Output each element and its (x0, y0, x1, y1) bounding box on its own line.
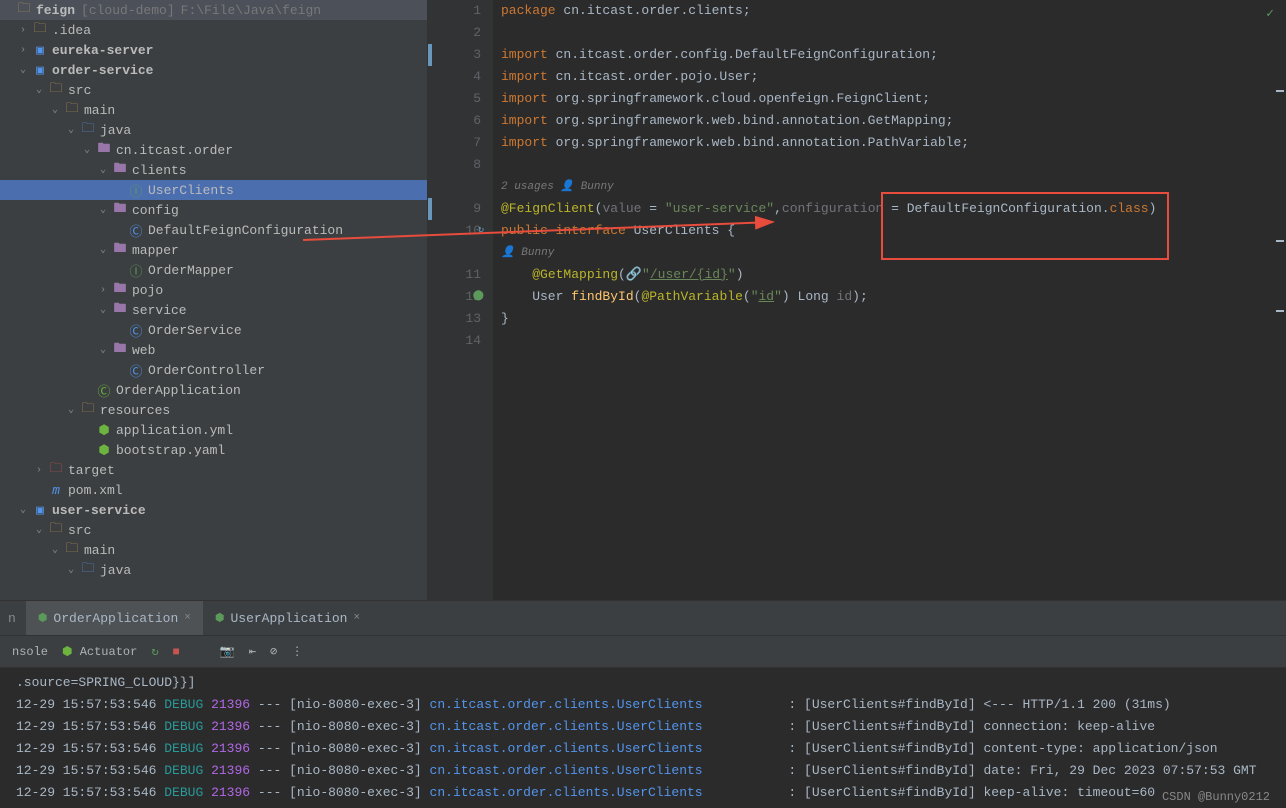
code-line[interactable]: import org.springframework.web.bind.anno… (501, 132, 1286, 154)
console-tab[interactable]: nsole (12, 645, 48, 659)
gutter: 12345678 910↻ 1112⬤1314 (428, 0, 493, 600)
gutter-line[interactable]: 1 (428, 0, 481, 22)
dashboard-icon[interactable]: ⊘ (270, 644, 277, 659)
tree-item-resources[interactable]: ⌄🗀resources (0, 400, 427, 420)
log-line: 12-29 15:57:53:546 DEBUG 21396 --- [nio-… (16, 782, 1270, 804)
log-line: 12-29 15:57:53:546 DEBUG 21396 --- [nio-… (16, 760, 1270, 782)
tree-item-java[interactable]: ⌄🗀java (0, 120, 427, 140)
gutter-line[interactable] (428, 176, 481, 198)
code-line[interactable]: package cn.itcast.order.clients; (501, 0, 1286, 22)
tree-item-clients[interactable]: ⌄🖿clients (0, 160, 427, 180)
spring-icon: ⬢ (62, 645, 72, 659)
run-tabs-bar: n ⬢OrderApplication×⬢UserApplication× (0, 600, 1286, 636)
console-output[interactable]: .source=SPRING_CLOUD}}]12-29 15:57:53:54… (0, 668, 1286, 808)
code-line[interactable]: } (501, 308, 1286, 330)
inspection-status-icon[interactable]: ✓ (1266, 6, 1274, 21)
code-hint: 2 usages 👤 Bunny (501, 176, 1286, 198)
console-toolbar: nsole ⬢ Actuator ↻ ■ 📷 ⇤ ⊘ ⋮ (0, 636, 1286, 668)
close-icon[interactable]: × (184, 612, 191, 624)
gutter-line[interactable]: 7 (428, 132, 481, 154)
gutter-line[interactable]: 11 (428, 264, 481, 286)
watermark: CSDN @Bunny0212 (1162, 790, 1270, 804)
project-tree[interactable]: 🗀feign [cloud-demo] F:\File\Java\feign›🗀… (0, 0, 428, 600)
code-line[interactable] (501, 22, 1286, 44)
run-tool-label: n (8, 611, 26, 626)
run-tab-UserApplication[interactable]: ⬢UserApplication× (203, 601, 372, 635)
code-line[interactable]: @GetMapping(🔗"/user/{id}") (501, 264, 1286, 286)
gutter-line[interactable]: 6 (428, 110, 481, 132)
gutter-line[interactable]: 14 (428, 330, 481, 352)
code-line[interactable]: @FeignClient(value = "user-service",conf… (501, 198, 1286, 220)
gutter-line[interactable]: 12⬤ (428, 286, 481, 308)
tree-item-eureka-server[interactable]: ›▣eureka-server (0, 40, 427, 60)
tree-item-src[interactable]: ⌄🗀src (0, 520, 427, 540)
gutter-line[interactable]: 2 (428, 22, 481, 44)
tree-item-config[interactable]: ⌄🖿config (0, 200, 427, 220)
gutter-line[interactable]: 9 (428, 198, 481, 220)
gutter-line[interactable]: 3 (428, 44, 481, 66)
tree-item-order-service[interactable]: ⌄▣order-service (0, 60, 427, 80)
code-line[interactable]: import org.springframework.cloud.openfei… (501, 88, 1286, 110)
camera-icon[interactable]: 📷 (220, 644, 235, 659)
tree-item-pom-xml[interactable]: mpom.xml (0, 480, 427, 500)
log-line: .source=SPRING_CLOUD}}] (16, 672, 1270, 694)
rerun-button[interactable]: ↻ (151, 644, 158, 659)
run-tab-OrderApplication[interactable]: ⬢OrderApplication× (26, 601, 203, 635)
gutter-line[interactable] (428, 242, 481, 264)
code-line[interactable]: User findById(@PathVariable("id") Long i… (501, 286, 1286, 308)
code-line[interactable]: import cn.itcast.order.pojo.User; (501, 66, 1286, 88)
run-status-icon: ⬢ (215, 611, 225, 625)
tree-item--idea[interactable]: ›🗀.idea (0, 20, 427, 40)
tree-item-OrderApplication[interactable]: ⒸOrderApplication (0, 380, 427, 400)
log-line: 12-29 15:57:53:546 DEBUG 21396 --- [nio-… (16, 738, 1270, 760)
tree-item-cn-itcast-order[interactable]: ⌄🖿cn.itcast.order (0, 140, 427, 160)
run-status-icon: ⬢ (38, 611, 48, 625)
tree-item-OrderMapper[interactable]: ⒾOrderMapper (0, 260, 427, 280)
tree-item-DefaultFeignConfiguration[interactable]: ⒸDefaultFeignConfiguration (0, 220, 427, 240)
tree-item-main[interactable]: ⌄🗀main (0, 540, 427, 560)
tree-item-application-yml[interactable]: ⬢application.yml (0, 420, 427, 440)
gutter-line[interactable]: 8 (428, 154, 481, 176)
tree-item-user-service[interactable]: ⌄▣user-service (0, 500, 427, 520)
code-line[interactable] (501, 330, 1286, 352)
tree-item-service[interactable]: ⌄🖿service (0, 300, 427, 320)
gutter-line[interactable]: 13 (428, 308, 481, 330)
tree-item-java[interactable]: ⌄🗀java (0, 560, 427, 580)
tree-item-src[interactable]: ⌄🗀src (0, 80, 427, 100)
close-icon[interactable]: × (354, 612, 361, 624)
tree-item-bootstrap-yaml[interactable]: ⬢bootstrap.yaml (0, 440, 427, 460)
tree-item-feign[interactable]: 🗀feign [cloud-demo] F:\File\Java\feign (0, 0, 427, 20)
tree-item-web[interactable]: ⌄🖿web (0, 340, 427, 360)
stop-button[interactable]: ■ (173, 645, 180, 659)
tree-item-mapper[interactable]: ⌄🖿mapper (0, 240, 427, 260)
editor-area: 12345678 910↻ 1112⬤1314 ✓ package cn.itcas… (428, 0, 1286, 600)
code-line[interactable]: import org.springframework.web.bind.anno… (501, 110, 1286, 132)
tree-item-OrderController[interactable]: ⒸOrderController (0, 360, 427, 380)
code-hint: 👤 Bunny (501, 242, 1286, 264)
tree-item-UserClients[interactable]: ⒾUserClients (0, 180, 427, 200)
code-line[interactable] (501, 154, 1286, 176)
error-stripe[interactable] (1274, 0, 1286, 600)
tree-item-main[interactable]: ⌄🗀main (0, 100, 427, 120)
tree-item-target[interactable]: ›🗀target (0, 460, 427, 480)
tree-item-pojo[interactable]: ›🖿pojo (0, 280, 427, 300)
gutter-line[interactable]: 5 (428, 88, 481, 110)
exit-icon[interactable]: ⇤ (249, 644, 256, 659)
code-line[interactable]: public interface UserClients { (501, 220, 1286, 242)
actuator-tab[interactable]: ⬢ Actuator (62, 644, 137, 659)
log-line: 12-29 15:57:53:546 DEBUG 21396 --- [nio-… (16, 694, 1270, 716)
more-icon[interactable]: ⋮ (291, 644, 303, 659)
gutter-line[interactable]: 10↻ (428, 220, 481, 242)
code-line[interactable]: import cn.itcast.order.config.DefaultFei… (501, 44, 1286, 66)
gutter-line[interactable]: 4 (428, 66, 481, 88)
tree-item-OrderService[interactable]: ⒸOrderService (0, 320, 427, 340)
code-editor[interactable]: ✓ package cn.itcast.order.clients; import… (493, 0, 1286, 600)
log-line: 12-29 15:57:53:546 DEBUG 21396 --- [nio-… (16, 716, 1270, 738)
